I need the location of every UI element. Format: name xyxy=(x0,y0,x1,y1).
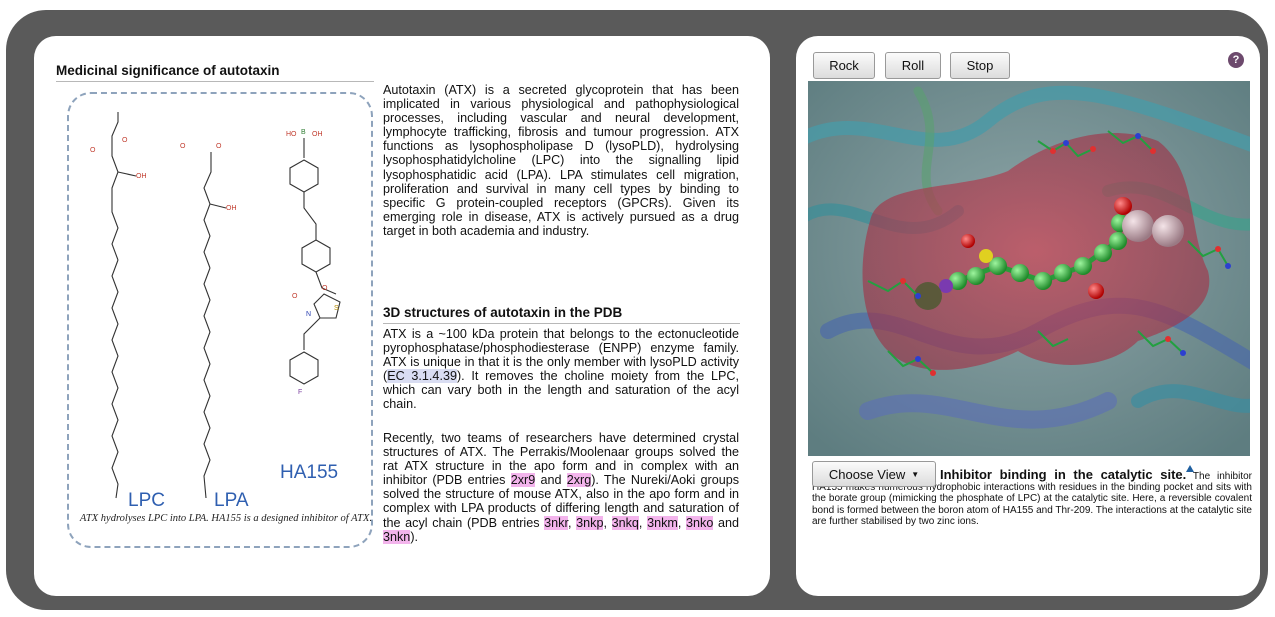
figure-caption: ATX hydrolyses LPC into LPA. HA155 is a … xyxy=(79,513,373,524)
section-heading-medicinal: Medicinal significance of autotaxin xyxy=(56,63,374,82)
svg-text:O: O xyxy=(180,143,186,150)
svg-text:B: B xyxy=(301,129,306,136)
svg-text:O: O xyxy=(292,293,298,300)
rock-button[interactable]: Rock xyxy=(813,52,875,79)
viewer-panel: Rock Roll Stop ? astex Inhibitor binding… xyxy=(796,36,1260,596)
pdb-link-3nkp[interactable]: 3nkp xyxy=(576,515,604,530)
article-content: Medicinal significance of autotaxin O O … xyxy=(56,36,746,596)
svg-text:OH: OH xyxy=(136,173,147,180)
stop-button[interactable]: Stop xyxy=(950,52,1010,79)
choose-view-dropdown[interactable]: Choose View ▼ xyxy=(812,461,936,487)
intro-paragraph: Autotaxin (ATX) is a secreted glycoprote… xyxy=(383,83,739,238)
label-lpa: LPA xyxy=(214,490,249,511)
svg-text:OH: OH xyxy=(226,205,237,212)
section-heading-3d-structures: 3D structures of autotaxin in the PDB xyxy=(383,305,740,324)
svg-text:F: F xyxy=(298,389,302,396)
help-icon[interactable]: ? xyxy=(1228,52,1244,68)
molecular-3d-viewer[interactable] xyxy=(808,81,1250,456)
svg-text:O: O xyxy=(322,285,328,292)
svg-text:O: O xyxy=(216,143,222,150)
pdb-link-3nkn[interactable]: 3nkn xyxy=(383,529,411,544)
label-ha155: HA155 xyxy=(280,462,338,483)
svg-text:S: S xyxy=(334,305,339,312)
ec-number-link[interactable]: EC 3.1.4.39 xyxy=(387,369,457,384)
molecule-structures-figure: O O OH O O OH HO OH O O B S N F LPC LPA HA155 xyxy=(90,112,341,511)
pdb-link-3nkm[interactable]: 3nkm xyxy=(647,515,678,530)
label-lpc: LPC xyxy=(128,490,165,511)
view-caption-title: Inhibitor binding in the catalytic site. xyxy=(940,467,1187,482)
pdb-link-2xr9[interactable]: 2xr9 xyxy=(510,473,536,488)
svg-text:OH: OH xyxy=(312,131,323,138)
pdb-link-3nkr[interactable]: 3nkr xyxy=(544,515,568,530)
pdb-link-3nko[interactable]: 3nko xyxy=(686,515,714,530)
dropdown-caret-icon: ▼ xyxy=(911,469,920,479)
roll-button[interactable]: Roll xyxy=(885,52,941,79)
svg-text:N: N xyxy=(306,311,311,318)
svg-text:HO: HO xyxy=(286,131,297,138)
svg-text:O: O xyxy=(90,147,96,154)
article-panel: Medicinal significance of autotaxin O O … xyxy=(34,36,770,596)
structure-paragraph: ATX is a ~100 kDa protein that belongs t… xyxy=(383,327,739,412)
pdb-link-2xrg[interactable]: 2xrg xyxy=(566,473,592,488)
svg-text:O: O xyxy=(122,137,128,144)
pdb-link-3nkq[interactable]: 3nkq xyxy=(611,515,639,530)
research-paragraph: Recently, two teams of researchers have … xyxy=(383,431,740,544)
